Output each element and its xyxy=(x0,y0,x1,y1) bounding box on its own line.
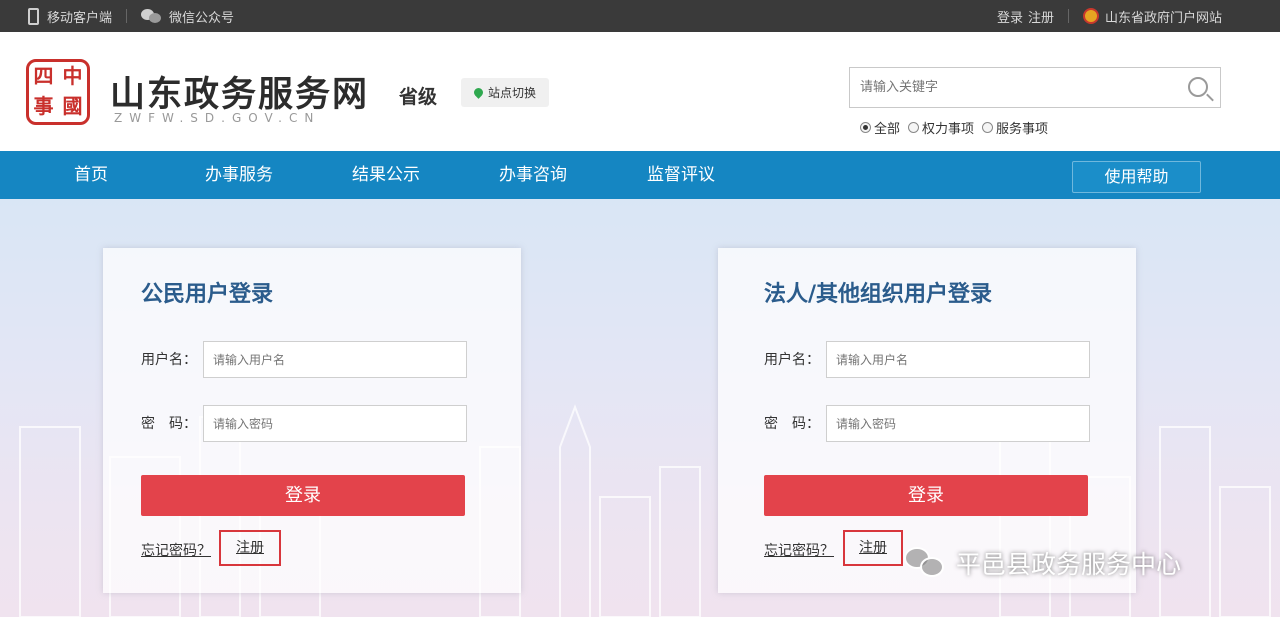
legal-login-title: 法人/其他组织用户登录 xyxy=(764,282,993,307)
citizen-forgot-password-link[interactable]: 忘记密码？ xyxy=(141,540,211,560)
location-pin-icon xyxy=(472,86,485,99)
password-label: 密 码： xyxy=(764,416,820,432)
legal-entity-login-card: 法人/其他组织用户登录 用户名： 密 码： 登录 忘记密码？ 注册 xyxy=(718,248,1136,593)
citizen-login-card: 公民用户登录 用户名： 密 码： 登录 忘记密码？ 注册 xyxy=(103,248,521,593)
radio-service-items[interactable]: 服务事项 xyxy=(982,118,1048,137)
top-login-link[interactable]: 登录 xyxy=(997,7,1023,26)
wechat-watermark: 平邑县政务服务中心 xyxy=(904,545,1181,581)
nav-item-results[interactable]: 结果公示 xyxy=(352,151,420,199)
top-register-link[interactable]: 注册 xyxy=(1028,7,1054,26)
legal-register-link[interactable]: 注册 xyxy=(843,530,903,566)
divider xyxy=(126,9,128,23)
username-label: 用户名： xyxy=(141,352,197,368)
top-bar: 移动客户端 微信公众号 登录 注册 山东省政府门户网站 xyxy=(0,0,1280,32)
site-name: 山东政务服务网 xyxy=(110,74,370,115)
radio-power-items[interactable]: 权力事项 xyxy=(908,118,974,137)
site-level: 省级 xyxy=(399,86,438,108)
password-label: 密 码： xyxy=(141,416,197,432)
radio-dot xyxy=(982,122,994,133)
site-switch-button[interactable]: 站点切换 xyxy=(461,78,549,107)
username-label: 用户名： xyxy=(764,352,820,368)
citizen-password-input[interactable] xyxy=(203,405,467,442)
nav-item-supervision[interactable]: 监督评议 xyxy=(647,151,715,199)
citizen-login-title: 公民用户登录 xyxy=(141,282,274,307)
header: 四 中 事 國 山东政务服务网 ZWFW.SD.GOV.CN 省级 站点切换 全… xyxy=(0,32,1280,151)
divider xyxy=(1067,9,1069,23)
radio-dot xyxy=(860,122,871,133)
radio-all[interactable]: 全部 xyxy=(860,118,900,137)
wechat-icon xyxy=(141,8,162,24)
legal-login-button[interactable]: 登录 xyxy=(764,475,1088,516)
site-domain: ZWFW.SD.GOV.CN xyxy=(114,111,321,125)
phone-icon xyxy=(28,7,39,25)
citizen-register-link[interactable]: 注册 xyxy=(219,530,281,566)
search-box xyxy=(849,67,1221,108)
nav-item-services[interactable]: 办事服务 xyxy=(205,151,273,199)
legal-forgot-password-link[interactable]: 忘记密码？ xyxy=(764,540,834,560)
site-logo-seal[interactable]: 四 中 事 國 xyxy=(26,59,90,125)
nav-item-home[interactable]: 首页 xyxy=(74,151,108,199)
wechat-icon xyxy=(904,545,948,581)
search-icon[interactable] xyxy=(1188,77,1208,97)
portal-link[interactable]: 山东省政府门户网站 xyxy=(1105,7,1222,26)
help-button[interactable]: 使用帮助 xyxy=(1072,161,1201,193)
main-nav: 首页 办事服务 结果公示 办事咨询 监督评议 使用帮助 xyxy=(0,151,1280,199)
wechat-link[interactable]: 微信公众号 xyxy=(141,7,234,26)
citizen-username-input[interactable] xyxy=(203,341,467,378)
national-emblem-icon xyxy=(1082,8,1099,24)
mobile-client-link[interactable]: 移动客户端 xyxy=(28,7,112,26)
legal-username-input[interactable] xyxy=(826,341,1090,378)
nav-item-consult[interactable]: 办事咨询 xyxy=(499,151,567,199)
search-scope: 全部 权力事项 服务事项 xyxy=(860,118,1048,137)
legal-password-input[interactable] xyxy=(826,405,1090,442)
search-input[interactable] xyxy=(850,68,1160,107)
citizen-login-button[interactable]: 登录 xyxy=(141,475,465,516)
radio-dot xyxy=(908,122,920,133)
